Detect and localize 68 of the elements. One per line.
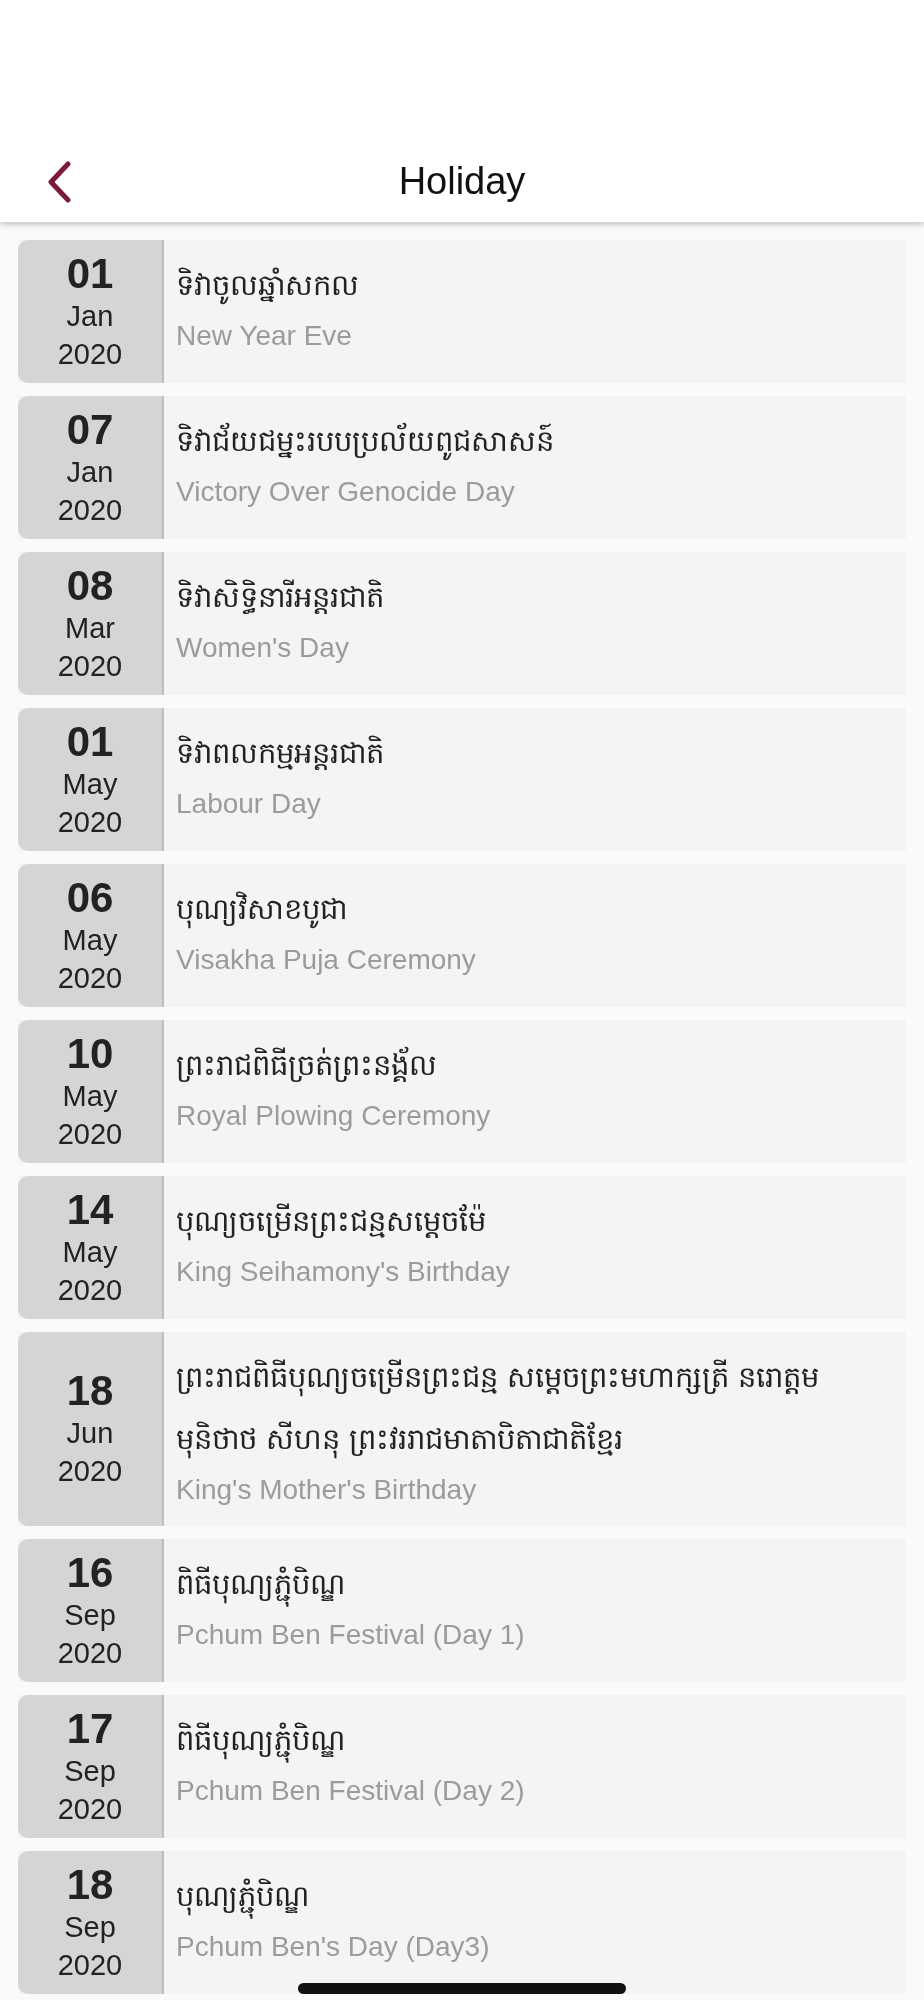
month-label: Jan: [66, 454, 114, 490]
month-label: May: [62, 766, 118, 802]
holiday-name-english: King's Mother's Birthday: [176, 1473, 478, 1507]
month-label: Sep: [64, 1597, 116, 1633]
month-label: Sep: [64, 1753, 116, 1789]
holiday-card[interactable]: 07 Jan 2020 ទិវាជ័យជម្នះរបបប្រល័យពូជសាសន៍ Victory Over Genocide Day: [18, 396, 906, 539]
day-number: 14: [66, 1186, 114, 1233]
year-label: 2020: [57, 1635, 123, 1671]
back-chevron-icon: [47, 161, 71, 203]
month-label: May: [62, 922, 118, 958]
day-number: 01: [66, 250, 114, 297]
year-label: 2020: [57, 1454, 123, 1489]
day-number: 18: [66, 1861, 114, 1908]
day-number: 17: [66, 1705, 114, 1752]
year-label: 2020: [57, 1791, 123, 1827]
holiday-name-english: King Seihamony's Birthday: [176, 1255, 511, 1289]
holiday-name-khmer: បុណ្យភ្ជុំបិណ្ឌ: [176, 1865, 894, 1927]
year-label: 2020: [57, 1947, 123, 1983]
holiday-name-english: Royal Plowing Ceremony: [176, 1099, 492, 1133]
holiday-name-khmer: ទិវាសិទ្ធិនារីអន្តរជាតិ: [176, 578, 385, 616]
day-number: 08: [66, 562, 114, 609]
holiday-name-english: New Year Eve: [176, 319, 353, 353]
holiday-card[interactable]: 06 May 2020 បុណ្យវិសាខបូជា Visakha Puja Ceremony: [18, 864, 906, 1007]
holiday-name-english: Victory Over Genocide Day: [176, 475, 516, 509]
holiday-name-khmer: បុណ្យចម្រើនព្រះជន្មសម្តេចម៉ែ: [176, 1190, 894, 1252]
year-label: 2020: [57, 960, 123, 996]
day-number: 10: [66, 1030, 114, 1077]
holiday-name-english: Pchum Ben Festival (Day 1): [176, 1618, 526, 1652]
holiday-card[interactable]: 16 Sep 2020 ពិធីបុណ្យភ្ជុំបិណ្ឌ Pchum Ben Festival (Day 1): [18, 1539, 906, 1682]
year-label: 2020: [57, 492, 123, 528]
day-number: 01: [66, 718, 114, 765]
page-title: Holiday: [398, 159, 526, 203]
holiday-name-khmer: ពិធីបុណ្យភ្ជុំបិណ្ឌ: [176, 1553, 894, 1615]
month-label: Jan: [66, 298, 114, 334]
holiday-name-khmer: ទិវាចូលឆ្នាំសកល: [176, 254, 894, 316]
holiday-name-khmer: ទិវាជ័យជម្នះរបបប្រល័យពូជសាសន៍: [176, 410, 894, 472]
year-label: 2020: [57, 1116, 123, 1152]
holiday-card[interactable]: 01 May 2020 ទិវាពលកម្មអន្តរជាតិ Labour Day: [18, 708, 906, 851]
holiday-name-english: Pchum Ben Festival (Day 2): [176, 1774, 526, 1808]
holiday-name-english: Labour Day: [176, 787, 322, 821]
year-label: 2020: [57, 648, 123, 684]
holiday-name-khmer: ពិធីបុណ្យភ្ជុំបិណ្ឌ: [176, 1709, 894, 1771]
day-number: 06: [66, 874, 114, 921]
month-label: Jun: [66, 1416, 114, 1451]
day-number: 18: [66, 1368, 114, 1414]
holiday-card[interactable]: 01 Jan 2020 ទិវាចូលឆ្នាំសកល New Year Eve: [18, 240, 906, 383]
month-label: May: [62, 1078, 118, 1114]
holiday-name-english: Pchum Ben's Day (Day3): [176, 1930, 491, 1964]
holiday-card[interactable]: 10 May 2020 ព្រះរាជពិធីច្រត់ព្រះនង្គ័ល Royal Plowing Ceremony: [18, 1020, 906, 1163]
holiday-name-english: Visakha Puja Ceremony: [176, 943, 477, 977]
day-number: 07: [66, 406, 114, 453]
month-label: Mar: [65, 610, 115, 646]
year-label: 2020: [57, 1272, 123, 1308]
holiday-card[interactable]: 14 May 2020 បុណ្យចម្រើនព្រះជន្មសម្តេចម៉ែ King Seihamony's Birthday: [18, 1176, 906, 1319]
year-label: 2020: [57, 336, 123, 372]
day-number: 16: [66, 1549, 114, 1596]
holiday-card[interactable]: 17 Sep 2020 ពិធីបុណ្យភ្ជុំបិណ្ឌ Pchum Ben Festival (Day 2): [18, 1695, 906, 1838]
holiday-name-khmer: ព្រះរាជពិធីច្រត់ព្រះនង្គ័ល: [176, 1045, 438, 1084]
holiday-name-english: Women's Day: [176, 631, 350, 665]
holiday-name-khmer: បុណ្យវិសាខបូជា: [176, 878, 894, 940]
holiday-card[interactable]: 08 Mar 2020 ទិវាសិទ្ធិនារីអន្តរជាតិ Women's Day: [18, 552, 906, 695]
holiday-name-khmer: ព្រះរាជពិធីបុណ្យចម្រើនព្រះជន្ម សម្តេចព្រះមហាក្សត្រី នរោត្តម មុនិថាថ សីហនុ ព្រះវររាជមាតាបិតាជាតិខ្មែរ: [176, 1346, 894, 1470]
month-label: May: [62, 1234, 118, 1270]
holiday-name-khmer: ទិវាពលកម្មអន្តរជាតិ: [176, 734, 385, 772]
month-label: Sep: [64, 1909, 116, 1945]
year-label: 2020: [57, 804, 123, 840]
holiday-card[interactable]: 18 Sep 2020 បុណ្យភ្ជុំបិណ្ឌ Pchum Ben's Day (Day3): [18, 1851, 906, 1994]
holiday-card[interactable]: 18 Jun 2020 ព្រះរាជពិធីបុណ្យចម្រើនព្រះជន្ម សម្តេចព្រះមហាក្សត្រី នរោត្តម មុនិថាថ សីហនុ ព្រះវររាជមាតាបិតាជាតិខ្មែរ King's Mother's Birthday: [18, 1332, 906, 1526]
